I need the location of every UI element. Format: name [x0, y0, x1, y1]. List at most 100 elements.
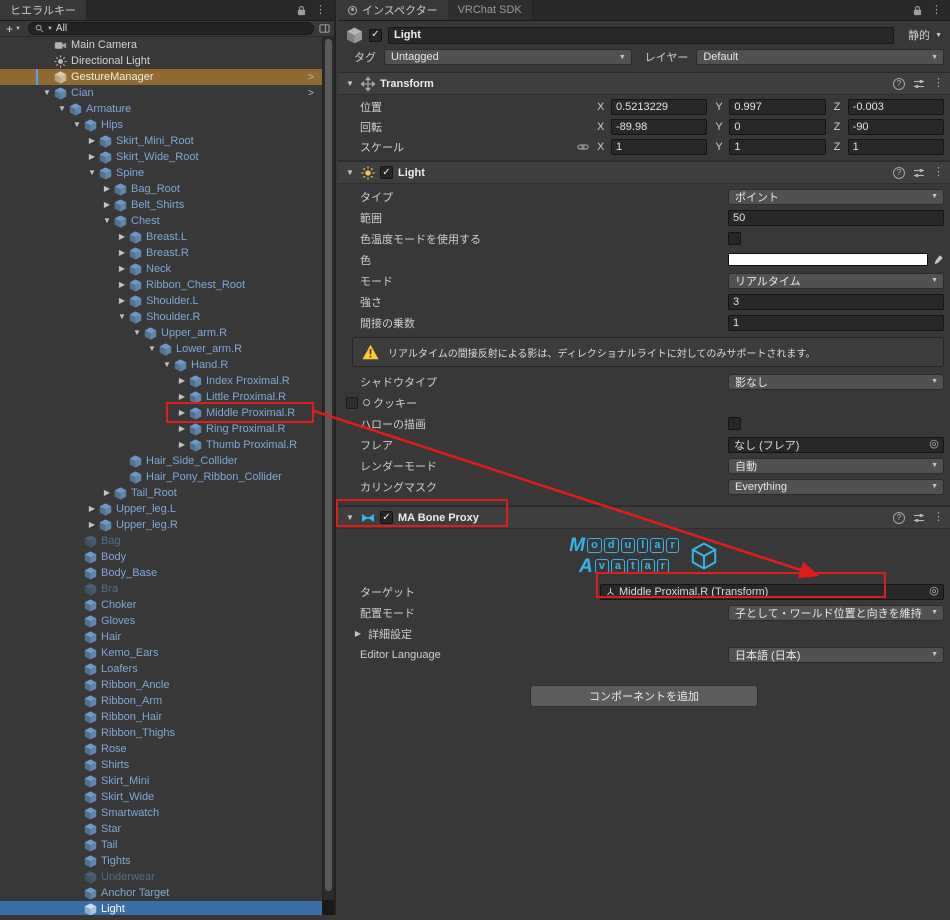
foldout-arrow[interactable]: ▶	[100, 197, 114, 213]
search-filter-chevron-icon[interactable]: ▼	[47, 26, 53, 32]
hierarchy-item-anchor-target[interactable]: Anchor Target	[0, 885, 324, 901]
position-z-field[interactable]: -0.003	[847, 99, 944, 115]
scale-x-field[interactable]: 1	[611, 139, 708, 155]
light-range-field[interactable]: 50	[728, 209, 944, 226]
hierarchy-item-belt-shirts[interactable]: ▶ Belt_Shirts	[0, 197, 324, 213]
hierarchy-item-shoulder-l[interactable]: ▶ Shoulder.L	[0, 293, 324, 309]
foldout-arrow[interactable]: ▼	[85, 165, 99, 181]
hierarchy-item-gloves[interactable]: Gloves	[0, 613, 324, 629]
ma-bone-proxy-header[interactable]: ▼ MA Bone Proxy ? ⋮	[338, 506, 950, 529]
foldout-arrow[interactable]: ▶	[85, 501, 99, 517]
foldout-arrow[interactable]: ▶	[175, 405, 189, 421]
hierarchy-item-armature[interactable]: ▼ Armature	[0, 101, 324, 117]
hierarchy-item-middle-proximal-r[interactable]: ▶ Middle Proximal.R	[0, 405, 324, 421]
light-header[interactable]: ▼ Light ? ⋮	[338, 161, 950, 184]
hierarchy-item-hair[interactable]: Hair	[0, 629, 324, 645]
hierarchy-item-directional-light[interactable]: Directional Light	[0, 53, 324, 69]
hierarchy-item-little-proximal-r[interactable]: ▶ Little Proximal.R	[0, 389, 324, 405]
hierarchy-item-ribbon-arm[interactable]: Ribbon_Arm	[0, 693, 324, 709]
hierarchy-item-upper-leg-r[interactable]: ▶ Upper_leg.R	[0, 517, 324, 533]
target-object-field[interactable]: Middle Proximal.R (Transform) ◎	[600, 583, 944, 600]
add-component-button[interactable]: コンポーネントを追加	[530, 685, 758, 707]
hierarchy-item-upper-leg-l[interactable]: ▶ Upper_leg.L	[0, 501, 324, 517]
add-object-button[interactable]: + ▼	[4, 23, 23, 35]
hierarchy-item-smartwatch[interactable]: Smartwatch	[0, 805, 324, 821]
foldout-arrow[interactable]: ▶	[175, 389, 189, 405]
static-dropdown[interactable]: 静的 ▼	[900, 27, 944, 43]
kebab-menu-icon[interactable]: ⋮	[933, 78, 944, 89]
scale-z-field[interactable]: 1	[847, 139, 944, 155]
help-icon[interactable]: ?	[893, 166, 905, 179]
color-temp-checkbox[interactable]	[728, 232, 741, 245]
hierarchy-item-lower-arm-r[interactable]: ▼ Lower_arm.R	[0, 341, 324, 357]
hierarchy-item-main-camera[interactable]: Main Camera	[0, 37, 324, 53]
foldout-arrow[interactable]: ▶	[85, 517, 99, 533]
render-mode-dropdown[interactable]: 自動 ▼	[728, 457, 944, 474]
gameobject-cube-icon[interactable]	[346, 27, 363, 44]
hierarchy-item-body[interactable]: Body	[0, 549, 324, 565]
tab-hierarchy[interactable]: ヒエラルキー	[0, 0, 86, 20]
preset-icon[interactable]	[913, 167, 925, 179]
tab-inspector[interactable]: インスペクター	[338, 0, 448, 20]
foldout-arrow[interactable]: ▶	[115, 245, 129, 261]
hierarchy-item-neck[interactable]: ▶ Neck	[0, 261, 324, 277]
hierarchy-item-shoulder-r[interactable]: ▼ Shoulder.R	[0, 309, 324, 325]
rotation-y-field[interactable]: 0	[729, 119, 826, 135]
preset-icon[interactable]	[913, 512, 925, 524]
lock-icon[interactable]	[297, 5, 306, 16]
rotation-z-field[interactable]: -90	[847, 119, 944, 135]
hierarchy-item-loafers[interactable]: Loafers	[0, 661, 324, 677]
draw-halo-checkbox[interactable]	[728, 417, 741, 430]
hierarchy-item-chest[interactable]: ▼ Chest	[0, 213, 324, 229]
kebab-menu-icon[interactable]: ⋮	[315, 4, 326, 16]
foldout-arrow[interactable]: ▶	[85, 149, 99, 165]
hierarchy-item-index-proximal-r[interactable]: ▶ Index Proximal.R	[0, 373, 324, 389]
foldout-arrow[interactable]: ▼	[40, 85, 54, 101]
hierarchy-item-ribbon-thighs[interactable]: Ribbon_Thighs	[0, 725, 324, 741]
position-x-field[interactable]: 0.5213229	[611, 99, 708, 115]
foldout-arrow[interactable]: ▼	[344, 168, 356, 177]
hierarchy-item-breast-l[interactable]: ▶ Breast.L	[0, 229, 324, 245]
tab-vrchat-sdk[interactable]: VRChat SDK	[447, 0, 533, 20]
foldout-arrow[interactable]: ▶	[100, 181, 114, 197]
foldout-arrow[interactable]: ▶	[175, 373, 189, 389]
hierarchy-item-hair-pony-ribbon-collider[interactable]: Hair_Pony_Ribbon_Collider	[0, 469, 324, 485]
hierarchy-item-hips[interactable]: ▼ Hips	[0, 117, 324, 133]
hierarchy-item-thumb-proximal-r[interactable]: ▶ Thumb Proximal.R	[0, 437, 324, 453]
hierarchy-item-breast-r[interactable]: ▶ Breast.R	[0, 245, 324, 261]
foldout-arrow[interactable]: ▶	[85, 133, 99, 149]
hierarchy-item-hair-side-collider[interactable]: Hair_Side_Collider	[0, 453, 324, 469]
hierarchy-item-kemo-ears[interactable]: Kemo_Ears	[0, 645, 324, 661]
hierarchy-item-upper-arm-r[interactable]: ▼ Upper_arm.R	[0, 325, 324, 341]
cookie-checkbox[interactable]	[346, 396, 358, 409]
foldout-arrow[interactable]: ▶	[115, 277, 129, 293]
foldout-arrow[interactable]: ▼	[130, 325, 144, 341]
foldout-arrow[interactable]: ▼	[344, 79, 356, 88]
light-mode-dropdown[interactable]: リアルタイム ▼	[728, 272, 944, 289]
hierarchy-item-skirt-wide-root[interactable]: ▶ Skirt_Wide_Root	[0, 149, 324, 165]
hierarchy-item-tail[interactable]: Tail	[0, 837, 324, 853]
help-icon[interactable]: ?	[893, 511, 905, 524]
scene-visibility-icon[interactable]	[319, 23, 330, 34]
foldout-arrow[interactable]: ▶	[115, 229, 129, 245]
object-picker-icon[interactable]: ◎	[927, 439, 941, 450]
foldout-arrow[interactable]: ▶	[175, 421, 189, 437]
hierarchy-item-shirts[interactable]: Shirts	[0, 757, 324, 773]
foldout-arrow[interactable]: ▼	[55, 101, 69, 117]
hierarchy-item-underwear[interactable]: Underwear	[0, 869, 324, 885]
layer-dropdown[interactable]: Default ▼	[696, 49, 945, 65]
hierarchy-item-tights[interactable]: Tights	[0, 853, 324, 869]
light-enabled-checkbox[interactable]	[380, 166, 393, 179]
active-checkbox[interactable]	[369, 28, 382, 42]
advanced-settings-foldout[interactable]: ▶ 詳細設定	[338, 623, 950, 644]
hierarchy-item-spine[interactable]: ▼ Spine	[0, 165, 324, 181]
scale-y-field[interactable]: 1	[729, 139, 826, 155]
position-y-field[interactable]: 0.997	[729, 99, 826, 115]
light-type-dropdown[interactable]: ポイント ▼	[728, 188, 944, 205]
hierarchy-item-skirt-wide[interactable]: Skirt_Wide	[0, 789, 324, 805]
foldout-arrow[interactable]: ▶	[115, 293, 129, 309]
culling-mask-dropdown[interactable]: Everything ▼	[728, 478, 944, 495]
foldout-arrow[interactable]: ▼	[145, 341, 159, 357]
foldout-arrow-collapsed[interactable]: ▶	[352, 629, 364, 638]
hierarchy-item-star[interactable]: Star	[0, 821, 324, 837]
